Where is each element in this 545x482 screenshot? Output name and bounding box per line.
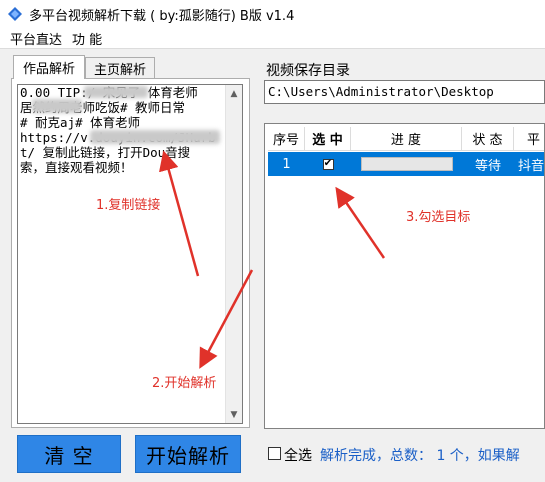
blur-mask — [84, 86, 148, 98]
menu-functions[interactable]: 功 能 — [68, 29, 108, 48]
annotation-check-target: 3.勾选目标 — [406, 210, 471, 225]
row-progress-cell — [351, 152, 462, 176]
app-logo-icon — [8, 7, 22, 21]
select-all-label[interactable]: 全选 — [284, 445, 312, 465]
tab-homepage-parse[interactable]: 主页解析 — [85, 57, 155, 79]
menu-platform-direct[interactable]: 平台直达 — [0, 29, 68, 48]
tab-work-parse[interactable]: 作品解析 — [13, 55, 85, 79]
scroll-up-icon[interactable]: ▲ — [226, 85, 242, 102]
blur-mask — [32, 99, 82, 113]
window-title: 多平台视频解析下载 ( by:孤影随行) B版 v1.4 — [29, 8, 295, 24]
row-platform: 抖音 — [518, 158, 545, 174]
column-index[interactable]: 序号 — [268, 127, 305, 151]
menu-bar: 平台直达 功 能 — [0, 28, 545, 48]
row-status: 等待 — [474, 158, 501, 174]
save-dir-label: 视频保存目录 — [266, 63, 350, 79]
status-text: 解析完成，总数： 1 个，如果解 — [320, 448, 520, 464]
row-progress-bar — [360, 157, 453, 171]
column-platform[interactable]: 平 — [514, 127, 544, 151]
column-progress[interactable]: 进 度 — [351, 127, 462, 151]
start-parse-button[interactable]: 开始解析 — [135, 435, 241, 473]
video-listview[interactable]: 序号 选 中 进 度 状 态 平 1 ✔ 等待 抖音 — [264, 123, 545, 429]
row-select-cell: ✔ — [305, 152, 351, 176]
annotation-copy-link: 1.复制链接 — [96, 198, 161, 213]
table-row[interactable]: 1 ✔ 等待 抖音 — [268, 152, 545, 176]
save-dir-input[interactable]: C:\Users\Administrator\Desktop — [264, 80, 545, 104]
column-status[interactable]: 状 态 — [462, 127, 514, 151]
annotation-start-parse: 2.开始解析 — [152, 376, 217, 391]
select-all-checkbox[interactable] — [268, 447, 281, 460]
menu-divider — [0, 48, 545, 49]
textarea-scrollbar[interactable]: ▲ ▼ — [225, 85, 242, 423]
table-header: 序号 选 中 进 度 状 态 平 — [268, 127, 544, 151]
checkmark-icon: ✔ — [323, 158, 333, 169]
row-index: 1 — [282, 156, 291, 172]
column-selected[interactable]: 选 中 — [305, 127, 351, 151]
title-bar: 多平台视频解析下载 ( by:孤影随行) B版 v1.4 — [0, 0, 545, 28]
row-checkbox[interactable]: ✔ — [322, 158, 334, 170]
blur-mask — [90, 130, 220, 144]
clear-button[interactable]: 清 空 — [17, 435, 121, 473]
scroll-down-icon[interactable]: ▼ — [226, 406, 242, 423]
